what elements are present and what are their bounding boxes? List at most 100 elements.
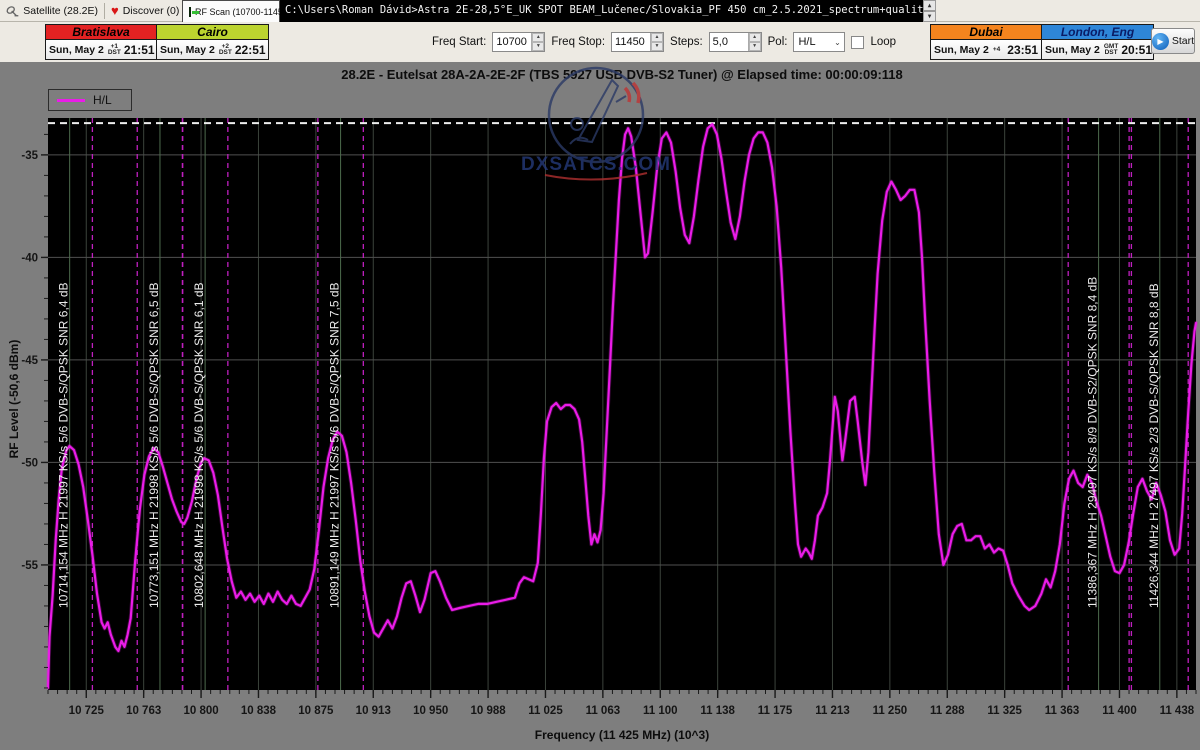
- toolbar-row: Bratislava Sun, May 2 +1 DST 21:51 Cairo …: [0, 22, 1200, 62]
- spectrum-chart: 28.2E - Eutelsat 28A-2A-2E-2F (TBS 5927 …: [0, 62, 1200, 750]
- clock-date: Sun, May 2: [1045, 43, 1100, 56]
- tab-satellite[interactable]: Satellite (28.2E): [0, 0, 104, 22]
- play-icon: ▶: [1152, 32, 1169, 50]
- pol-value: H/L: [798, 36, 816, 48]
- x-tick-label: 10 913: [356, 705, 391, 717]
- right-clocks: Dubai Sun, May 2 +4 23:51 London, Eng Su…: [930, 24, 1154, 60]
- clock-dst: DST: [218, 48, 232, 56]
- step-down-icon[interactable]: ▼: [651, 42, 664, 51]
- satellite-icon: [6, 6, 19, 17]
- console-output: C:\Users\Roman Dávid>Astra 2E-28,5°E_UK …: [280, 0, 936, 22]
- y-tick-label: -40: [21, 252, 38, 264]
- x-tick-label: 10 838: [241, 705, 277, 717]
- clock-dubai: Dubai Sun, May 2 +4 23:51: [930, 24, 1042, 60]
- transponder-annotation: 10773,151 MHz H 21998 KS/s 5/6 DVB-S/QPS…: [147, 283, 161, 609]
- start-button[interactable]: ▶ Start: [1151, 28, 1195, 54]
- x-tick-label: 11 438: [1160, 705, 1195, 717]
- clock-london: London, Eng Sun, May 2 GMT DST 20:51: [1042, 24, 1154, 60]
- clock-date: Sun, May 2: [160, 43, 215, 56]
- pol-label: Pol:: [767, 36, 788, 48]
- y-axis-label: RF Level (-50,6 dBm): [7, 339, 21, 459]
- clock-time: 21:51: [123, 42, 155, 57]
- start-button-label: Start: [1171, 35, 1194, 47]
- step-down-icon[interactable]: ▼: [532, 42, 545, 51]
- transponder-annotation: 10802,648 MHz H 21998 KS/s 5/6 DVB-S/QPS…: [192, 283, 206, 609]
- heart-icon: ♥: [111, 3, 119, 18]
- plot-svg: 10714,154 MHz H 21997 KS/s 5/6 DVB-S/QPS…: [21, 66, 1198, 717]
- tab-discover[interactable]: ♥ Discover (0): [105, 0, 181, 22]
- clock-time: 23:51: [1007, 42, 1038, 57]
- x-tick-label: 11 288: [930, 705, 965, 717]
- freq-stop-stepper[interactable]: ▲ ▼: [650, 33, 664, 51]
- loop-checkbox[interactable]: [851, 35, 865, 49]
- freq-stop-value[interactable]: 11450: [612, 33, 650, 51]
- step-up-icon[interactable]: ▲: [651, 33, 664, 42]
- step-up-icon[interactable]: ▲: [748, 33, 761, 42]
- tab-satellite-label: Satellite (28.2E): [23, 5, 98, 17]
- x-tick-label: 11 100: [643, 705, 678, 717]
- clock-city: Dubai: [931, 25, 1041, 40]
- clock-dst: DST: [1104, 48, 1118, 56]
- clock-time: 20:51: [1121, 42, 1153, 57]
- clock-city: London, Eng: [1042, 25, 1153, 40]
- clock-date: Sun, May 2: [49, 43, 104, 56]
- loop-label: Loop: [870, 36, 897, 48]
- steps-value[interactable]: 5,0: [710, 33, 748, 51]
- clock-time: 22:51: [234, 42, 266, 57]
- transponder-annotation: 10891,149 MHz H 21997 KS/s 5/6 DVB-S/QPS…: [328, 283, 342, 609]
- freq-stop-input[interactable]: 11450 ▲ ▼: [611, 32, 665, 52]
- scroll-down-icon[interactable]: ▼: [923, 11, 936, 22]
- rf-scan-icon: [189, 6, 199, 17]
- top-tab-bar: Satellite (28.2E) ♥ Discover (0) RF Scan…: [0, 0, 1200, 22]
- transponder-annotation: 11426,344 MHz H 27497 KS/s 2/3 DVB-S/QPS…: [1147, 283, 1161, 608]
- freq-start-value[interactable]: 10700: [493, 33, 531, 51]
- clock-offset: +4: [992, 45, 1001, 53]
- x-tick-label: 11 213: [815, 705, 850, 717]
- x-tick-label: 11 400: [1102, 705, 1137, 717]
- x-tick-label: 11 138: [700, 705, 735, 717]
- freq-stop-label: Freq Stop:: [551, 36, 606, 48]
- watermark-text: DXSATCS.COM: [521, 154, 671, 175]
- freq-start-label: Freq Start:: [432, 36, 487, 48]
- y-tick-label: -35: [21, 150, 38, 162]
- x-tick-label: 10 725: [69, 705, 105, 717]
- chevron-down-icon[interactable]: ⌄: [830, 38, 844, 47]
- x-tick-label: 10 800: [183, 705, 218, 717]
- pol-select[interactable]: H/L ⌄: [793, 32, 846, 52]
- clock-city: Cairo: [157, 25, 268, 40]
- y-tick-label: -55: [21, 560, 38, 572]
- y-tick-label: -45: [21, 355, 38, 367]
- steps-input[interactable]: 5,0 ▲ ▼: [708, 32, 762, 52]
- clock-bratislava: Bratislava Sun, May 2 +1 DST 21:51: [45, 24, 157, 60]
- x-tick-label: 11 363: [1045, 705, 1080, 717]
- x-tick-label: 10 988: [470, 705, 506, 717]
- x-tick-label: 10 763: [126, 705, 161, 717]
- transponder-annotation: 10714,154 MHz H 21997 KS/s 5/6 DVB-S/QPS…: [57, 283, 71, 609]
- x-tick-label: 10 875: [298, 705, 334, 717]
- y-tick-label: -50: [21, 457, 38, 469]
- clock-cairo: Cairo Sun, May 2 +2 DST 22:51: [157, 24, 269, 60]
- x-axis-label: Frequency (11 425 MHz) (10^3): [534, 728, 710, 742]
- freq-start-stepper[interactable]: ▲ ▼: [531, 33, 545, 51]
- transponder-annotation: 11386,367 MHz H 29497 KS/s 8/9 DVB-S2/QP…: [1086, 277, 1100, 608]
- scan-controls: Freq Start: 10700 ▲ ▼ Freq Stop: 11450 ▲ ▼…: [432, 30, 896, 54]
- x-tick-label: 11 250: [873, 705, 908, 717]
- scroll-up-icon[interactable]: ▲: [923, 0, 936, 11]
- tab-discover-label: Discover (0): [122, 5, 180, 17]
- step-down-icon[interactable]: ▼: [748, 42, 761, 51]
- clock-date: Sun, May 2: [934, 43, 989, 56]
- x-tick-label: 10 950: [413, 705, 448, 717]
- steps-label: Steps:: [670, 36, 703, 48]
- x-tick-label: 11 325: [987, 705, 1022, 717]
- x-tick-label: 11 175: [758, 705, 793, 717]
- console-scrollbar[interactable]: ▲ ▼: [923, 0, 936, 22]
- clock-dst: DST: [107, 48, 121, 56]
- step-up-icon[interactable]: ▲: [532, 33, 545, 42]
- steps-stepper[interactable]: ▲ ▼: [747, 33, 761, 51]
- console-text: C:\Users\Roman Dávid>Astra 2E-28,5°E_UK …: [285, 4, 936, 16]
- clock-city: Bratislava: [46, 25, 156, 40]
- left-clocks: Bratislava Sun, May 2 +1 DST 21:51 Cairo …: [45, 24, 269, 60]
- tab-rf-scan[interactable]: RF Scan (10700-11450 H/L): [182, 0, 307, 22]
- freq-start-input[interactable]: 10700 ▲ ▼: [492, 32, 546, 52]
- x-tick-label: 11 025: [528, 705, 563, 717]
